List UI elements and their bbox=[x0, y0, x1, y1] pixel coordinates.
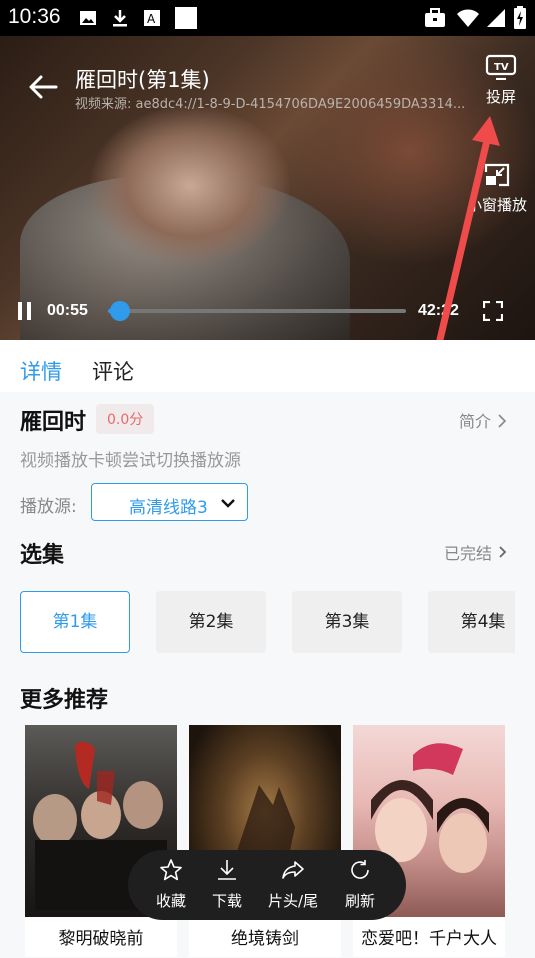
battery-icon bbox=[514, 6, 526, 29]
progress-thumb[interactable] bbox=[109, 301, 130, 321]
floating-action-bar: 收藏 下载 片头/尾 刷新 bbox=[128, 850, 406, 920]
score-badge: 0.0分 bbox=[96, 404, 155, 434]
progress-track[interactable] bbox=[108, 309, 406, 313]
gallery-icon bbox=[80, 11, 96, 25]
recommend-name: 绝境铸剑 bbox=[231, 929, 299, 949]
float-window-button[interactable]: 小窗播放 bbox=[462, 162, 532, 215]
detail-tabs: 详情 评论 bbox=[0, 340, 535, 392]
briefcase-icon bbox=[425, 8, 445, 27]
video-title: 雁回时(第1集) bbox=[75, 68, 210, 92]
status-time: 10:36 bbox=[8, 5, 61, 28]
chevron-down-icon bbox=[221, 499, 235, 508]
recommend-name: 黎明破晓前 bbox=[58, 929, 144, 949]
picture-in-picture-icon bbox=[484, 163, 510, 187]
refresh-icon bbox=[351, 860, 369, 879]
video-source: 视频来源: ae8dc4://1-8-9-D-4154706DA9E200645… bbox=[75, 97, 466, 112]
video-player[interactable]: 雁回时(第1集) 视频来源: ae8dc4://1-8-9-D-4154706D… bbox=[0, 36, 535, 340]
episode-list: 第1集 第2集 第3集 第4集 bbox=[20, 591, 515, 655]
recommend-card[interactable]: 黎明破晓前 bbox=[25, 725, 177, 957]
duration: 42:22 bbox=[418, 302, 459, 319]
download-label: 下载 bbox=[211, 892, 242, 910]
svg-text:TV: TV bbox=[494, 62, 509, 73]
refresh-button[interactable]: 刷新 bbox=[330, 858, 390, 911]
tab-details[interactable]: 详情 bbox=[20, 356, 62, 386]
recommend-card[interactable]: 绝境铸剑 bbox=[189, 725, 341, 957]
pause-icon[interactable] bbox=[16, 302, 34, 320]
signal-icon bbox=[487, 9, 505, 27]
source-value: 高清线路3 bbox=[129, 498, 208, 518]
favorite-label: 收藏 bbox=[155, 892, 186, 910]
text-status-icon: A bbox=[144, 10, 160, 26]
share-forward-icon bbox=[282, 861, 304, 879]
chevron-right-icon bbox=[499, 546, 507, 558]
fullscreen-icon[interactable] bbox=[483, 301, 503, 321]
skip-intro-button[interactable]: 片头/尾 bbox=[263, 858, 323, 911]
episode-item[interactable]: 第1集 bbox=[20, 591, 130, 653]
refresh-label: 刷新 bbox=[344, 892, 375, 910]
svg-text:A: A bbox=[147, 12, 156, 26]
float-window-label: 小窗播放 bbox=[466, 196, 527, 214]
episode-item[interactable]: 第2集 bbox=[156, 591, 266, 653]
intro-link[interactable]: 简介 bbox=[459, 408, 508, 432]
episode-item[interactable]: 第4集 bbox=[428, 591, 515, 653]
skip-intro-label: 片头/尾 bbox=[267, 892, 319, 910]
star-icon bbox=[160, 859, 182, 881]
recommend-title: 更多推荐 bbox=[20, 688, 109, 713]
square-status-icon bbox=[175, 7, 197, 29]
download-button[interactable]: 下载 bbox=[197, 858, 257, 911]
back-arrow-icon[interactable] bbox=[26, 70, 60, 104]
playback-tip: 视频播放卡顿尝试切换播放源 bbox=[20, 451, 241, 471]
episodes-title: 选集 bbox=[20, 543, 65, 568]
status-bar: 10:36 A bbox=[0, 0, 535, 36]
wifi-icon bbox=[457, 9, 479, 27]
tv-cast-icon: TV bbox=[485, 54, 517, 81]
episodes-status-label: 已完结 bbox=[444, 544, 493, 563]
source-select[interactable]: 高清线路3 bbox=[91, 483, 248, 521]
intro-label: 简介 bbox=[459, 412, 492, 431]
video-frame-face bbox=[90, 106, 290, 266]
tab-comments[interactable]: 评论 bbox=[92, 356, 134, 386]
cast-label: 投屏 bbox=[485, 88, 516, 106]
chevron-right-icon bbox=[498, 414, 507, 428]
episode-item[interactable]: 第3集 bbox=[292, 591, 402, 653]
show-title: 雁回时 bbox=[20, 410, 87, 435]
cast-button[interactable]: TV 投屏 bbox=[478, 54, 524, 107]
recommend-card[interactable]: 恋爱吧！千户大人 bbox=[353, 725, 505, 957]
player-controls: 00:55 42:22 bbox=[0, 294, 535, 324]
current-time: 00:55 bbox=[47, 302, 88, 319]
download-icon bbox=[218, 860, 236, 880]
favorite-button[interactable]: 收藏 bbox=[141, 858, 201, 911]
source-label: 播放源: bbox=[20, 497, 77, 517]
episodes-status[interactable]: 已完结 bbox=[444, 540, 509, 564]
download-status-icon bbox=[113, 10, 127, 27]
recommend-name: 恋爱吧！千户大人 bbox=[361, 929, 497, 949]
